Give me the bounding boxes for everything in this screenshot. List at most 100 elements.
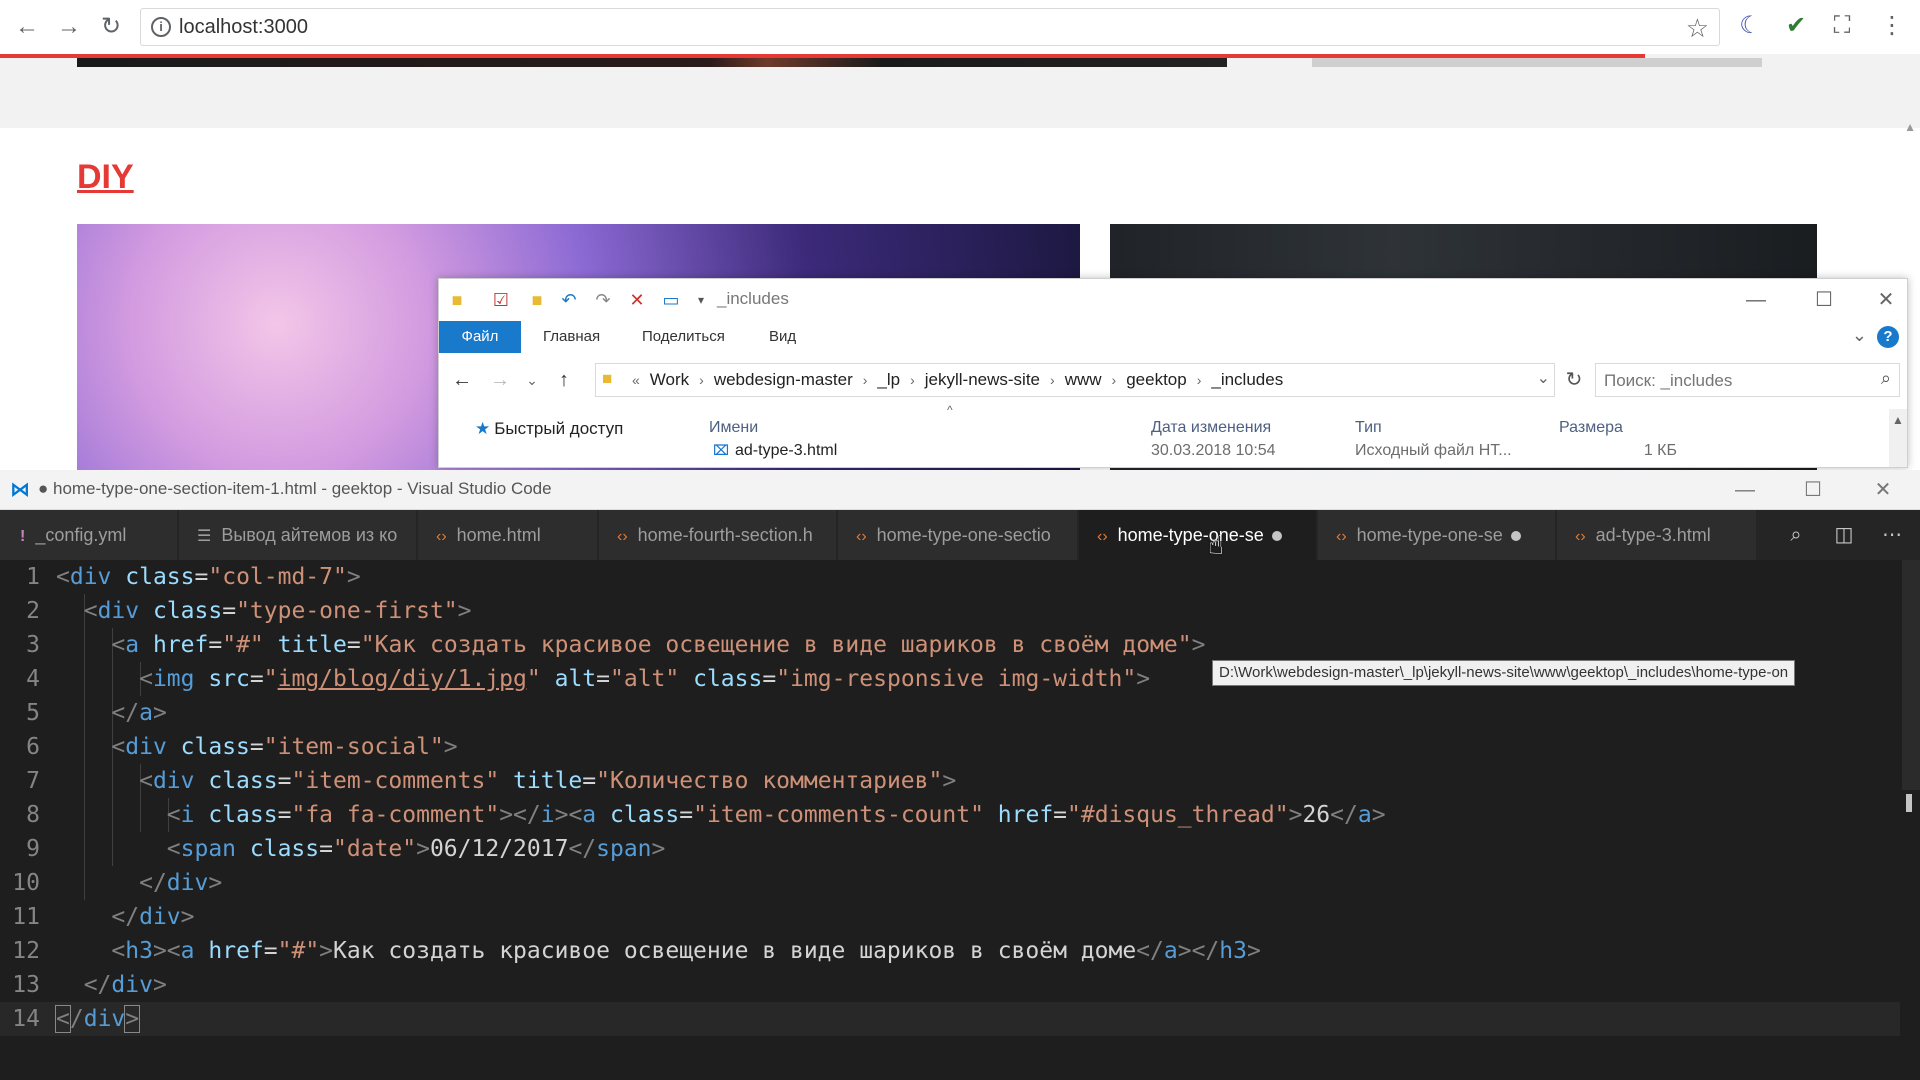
maximize-button[interactable]: ☐ — [1801, 285, 1847, 315]
recent-locations-icon[interactable]: ⌄ — [517, 365, 547, 395]
ribbon-tab-home[interactable]: Главная — [543, 321, 600, 353]
search-icon[interactable]: ⌕ — [1881, 368, 1891, 389]
ribbon-tab-view[interactable]: Вид — [769, 321, 796, 353]
tab-config-yml[interactable]: ! _config.yml — [0, 510, 178, 560]
minimize-button[interactable]: — — [1733, 285, 1779, 315]
tab-home-fourth-section[interactable]: ‹› home-fourth-section.h — [599, 510, 837, 560]
vue-icon[interactable]: ✔ — [1780, 10, 1812, 42]
back-button[interactable]: ← — [12, 12, 42, 42]
tab-ad-type-3[interactable]: ‹› ad-type-3.html — [1557, 510, 1757, 560]
properties-icon[interactable]: ☑ — [489, 288, 513, 312]
column-header-name[interactable]: Имени — [709, 419, 758, 437]
editor-scrollbar[interactable] — [1902, 560, 1920, 790]
undo-icon[interactable]: ↶ — [557, 288, 581, 312]
overflow-chevron-icon[interactable]: « — [632, 372, 640, 388]
new-folder-icon[interactable]: ■ — [525, 288, 549, 312]
code-line[interactable]: 8 <i class="fa fa-comment"></i><a class=… — [0, 798, 1900, 832]
banner-image-2[interactable] — [1312, 58, 1762, 67]
code-line[interactable]: 10 </div> — [0, 866, 1900, 900]
line-number: 12 — [12, 938, 40, 964]
code-line[interactable]: 13 </div> — [0, 968, 1900, 1002]
breadcrumb-item[interactable]: jekyll-news-site — [925, 370, 1040, 390]
reload-button[interactable]: ↻ — [96, 12, 126, 42]
ribbon-tab-share[interactable]: Поделиться — [642, 321, 725, 353]
address-dropdown-icon[interactable]: ⌄ — [1537, 368, 1550, 388]
breadcrumb-item[interactable]: _lp — [877, 370, 900, 390]
line-number: 11 — [12, 904, 40, 930]
split-editor-icon[interactable]: ◫ — [1828, 520, 1860, 550]
delete-icon[interactable]: ✕ — [625, 288, 649, 312]
nav-item-label: Быстрый доступ — [494, 419, 624, 438]
close-button[interactable]: ✕ — [1863, 285, 1907, 315]
breadcrumb-separator-icon[interactable]: › — [1197, 372, 1202, 388]
address-bar[interactable]: i localhost:3000 ☆ — [140, 8, 1720, 46]
code-line-current[interactable]: 14 </div> — [0, 1002, 1900, 1036]
breadcrumb-item[interactable]: geektop — [1126, 370, 1187, 390]
tab-home-html[interactable]: ‹› home.html — [418, 510, 598, 560]
breadcrumb-separator-icon[interactable]: › — [910, 372, 915, 388]
moon-icon[interactable]: ☾ — [1734, 10, 1766, 42]
explorer-address-bar[interactable]: ■ « Work › webdesign-master › _lp › jekyll-… — [595, 363, 1555, 397]
ribbon-tab-file[interactable]: Файл — [439, 321, 521, 353]
code-line[interactable]: 1 <div class="col-md-7"> — [0, 560, 1900, 594]
breadcrumb-item[interactable]: www — [1065, 370, 1102, 390]
info-icon[interactable]: i — [151, 17, 171, 37]
up-folder-button[interactable]: ↑ — [549, 365, 579, 395]
search-input[interactable] — [1604, 370, 1854, 392]
code-line[interactable]: 3 <a href="#" title="Как создать красиво… — [0, 628, 1900, 662]
tab-home-type-one-se-active[interactable]: ‹› home-type-one-se — [1079, 510, 1317, 560]
refresh-icon[interactable]: ↻ — [1559, 365, 1589, 395]
tab-markdown[interactable]: ☰ Вывод айтемов из ко — [179, 510, 417, 560]
explorer-back-button[interactable]: ← — [447, 365, 477, 395]
breadcrumb-item[interactable]: webdesign-master — [714, 370, 853, 390]
forward-button[interactable]: → — [54, 12, 84, 42]
bookmark-star-icon[interactable]: ☆ — [1686, 13, 1709, 44]
code-line[interactable]: 12 <h3><a href="#">Как создать красивое … — [0, 934, 1900, 968]
explorer-title: _includes — [717, 289, 789, 308]
tab-home-type-one-se-2[interactable]: ‹› home-type-one-se — [1318, 510, 1556, 560]
menu-icon[interactable]: ⋮ — [1876, 10, 1908, 42]
rename-icon[interactable]: ▭ — [659, 288, 683, 312]
scroll-up-arrow-icon[interactable]: ▲ — [1892, 413, 1904, 427]
code-line[interactable]: 6 <div class="item-social"> — [0, 730, 1900, 764]
breadcrumb-separator-icon[interactable]: › — [1112, 372, 1117, 388]
html-icon: ‹› — [1097, 528, 1108, 545]
customize-toolbar-icon[interactable]: ▾ — [689, 288, 713, 312]
explorer-scrollbar[interactable]: ▲ — [1889, 409, 1907, 467]
unsaved-dot-icon[interactable] — [1271, 531, 1282, 542]
close-button[interactable]: ✕ — [1860, 475, 1906, 505]
code-line[interactable]: 11 </div> — [0, 900, 1900, 934]
nav-item-quick-access[interactable]: ★ Быстрый доступ — [475, 419, 623, 439]
unsaved-dot-icon[interactable] — [1510, 531, 1521, 542]
code-link[interactable]: img/blog/diy/1.jpg — [278, 666, 527, 692]
more-actions-icon[interactable]: ⋯ — [1876, 520, 1908, 550]
explorer-search-box[interactable]: ⌕ — [1595, 363, 1900, 397]
breadcrumb-separator-icon[interactable]: › — [863, 372, 868, 388]
banner-image[interactable] — [77, 58, 1227, 67]
code-editor[interactable]: 1 <div class="col-md-7"> 2 <div class="ty… — [0, 560, 1920, 1080]
tab-home-type-one-section[interactable]: ‹› home-type-one-sectio — [838, 510, 1078, 560]
minimize-button[interactable]: — — [1722, 475, 1768, 505]
code-line[interactable]: 9 <span class="date">06/12/2017</span> — [0, 832, 1900, 866]
open-preview-icon[interactable]: ⌕ — [1780, 520, 1812, 550]
code-line[interactable]: 5 </a> — [0, 696, 1900, 730]
column-header-modified[interactable]: Дата изменения — [1151, 419, 1271, 437]
fullscreen-icon[interactable]: ⛶ — [1826, 10, 1858, 42]
table-row[interactable]: ⌧ ad-type-3.html — [713, 442, 837, 460]
section-title[interactable]: DIY — [77, 158, 134, 197]
breadcrumb-item[interactable]: Work — [650, 370, 689, 390]
redo-icon[interactable]: ↷ — [591, 288, 615, 312]
breadcrumb-separator-icon[interactable]: › — [1050, 372, 1055, 388]
maximize-button[interactable]: ☐ — [1790, 475, 1836, 505]
ribbon-expand-chevron-icon[interactable]: ⌄ — [1852, 325, 1867, 346]
scroll-up-arrow-icon[interactable]: ▲ — [1904, 120, 1916, 134]
address-bar-url[interactable]: localhost:3000 — [179, 16, 308, 39]
breadcrumb-separator-icon[interactable]: › — [699, 372, 704, 388]
explorer-forward-button[interactable]: → — [485, 365, 515, 395]
breadcrumb-item[interactable]: _includes — [1211, 370, 1283, 390]
column-header-size[interactable]: Размера — [1559, 419, 1623, 437]
column-header-type[interactable]: Тип — [1355, 419, 1382, 437]
code-line[interactable]: 2 <div class="type-one-first"> — [0, 594, 1900, 628]
code-line[interactable]: 7 <div class="item-comments" title="Коли… — [0, 764, 1900, 798]
help-icon[interactable]: ? — [1877, 326, 1899, 348]
